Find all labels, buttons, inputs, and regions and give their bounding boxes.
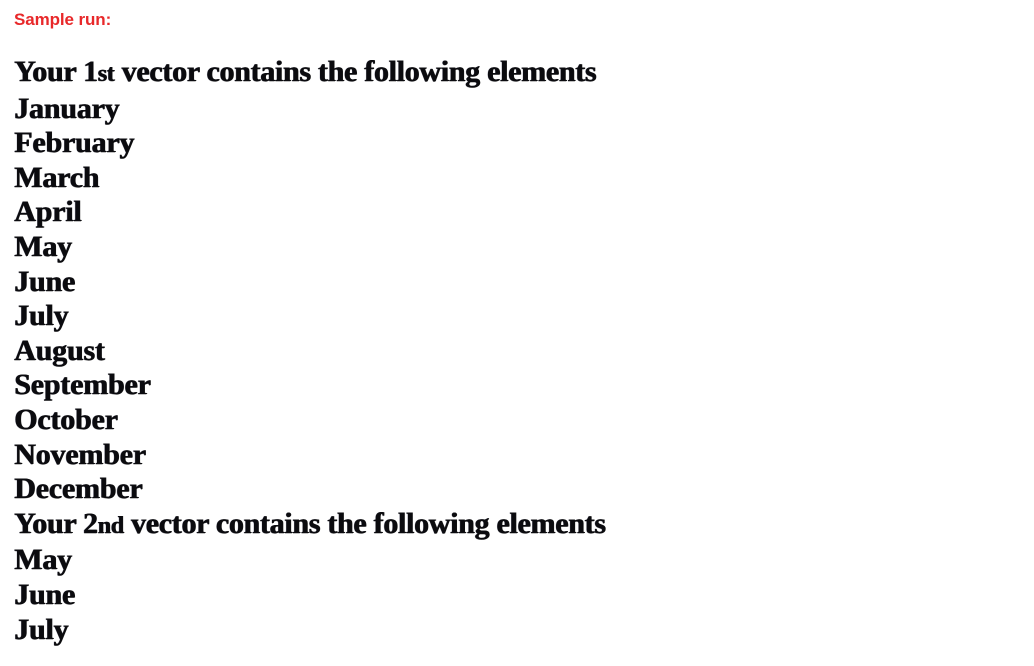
sample-run-label: Sample run: — [14, 10, 112, 29]
console-item-line: October — [14, 402, 118, 436]
header-suffix: vector contains the following elements — [114, 55, 597, 88]
page-root: Sample run: Your 1st vector contains the… — [0, 0, 1034, 666]
console-item-line: August — [14, 333, 105, 367]
console-item-line: April — [14, 195, 82, 229]
console-item-line: May — [14, 543, 72, 577]
header-prefix: Your — [14, 55, 83, 88]
console-item-line: July — [14, 299, 69, 333]
header-ordinal-number: 1 — [82, 55, 98, 88]
console-item-line: February — [14, 126, 135, 160]
header-ordinal-suffix: nd — [97, 512, 124, 539]
console-item-line: June — [14, 577, 75, 611]
console-item-line: March — [14, 160, 100, 194]
header-ordinal-number: 2 — [82, 506, 98, 540]
console-item-line: January — [14, 91, 120, 125]
header-ordinal-suffix: st — [97, 61, 115, 87]
console-header-line: Your 1st vector contains the following e… — [14, 55, 1014, 92]
console-item-line: November — [14, 437, 146, 471]
console-item-line: June — [14, 264, 75, 298]
console-item-line: September — [14, 368, 151, 402]
console-header-line: Your 2nd vector contains the following e… — [14, 507, 1014, 544]
console-item-line: July — [14, 612, 69, 646]
header-prefix: Your — [14, 506, 83, 540]
header-suffix: vector contains the following elements — [123, 506, 606, 540]
console-item-line: December — [14, 472, 143, 506]
console-item-line: May — [14, 229, 72, 263]
console-output-block: Your 1st vector contains the following e… — [14, 55, 1014, 647]
